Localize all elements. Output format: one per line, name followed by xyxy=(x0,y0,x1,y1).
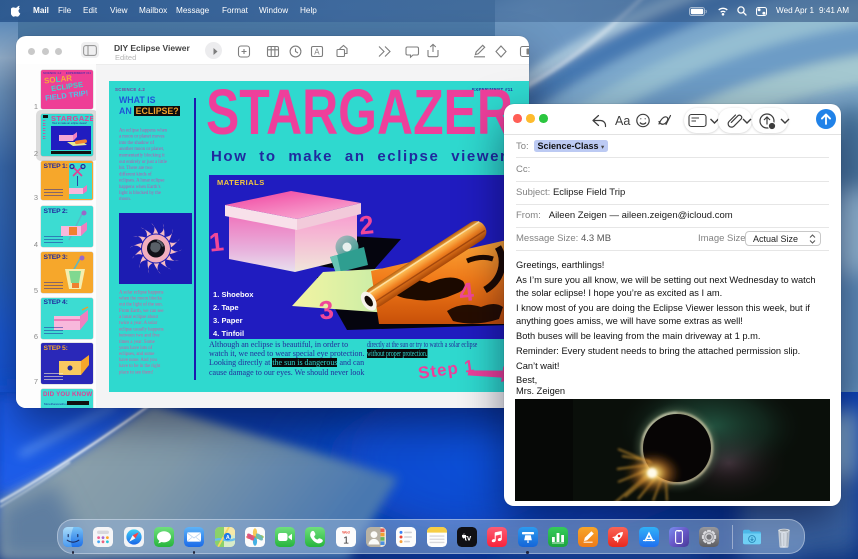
svg-text:tv: tv xyxy=(464,534,472,543)
svg-text:1: 1 xyxy=(209,226,225,257)
svg-text:1: 1 xyxy=(343,534,349,546)
svg-text:2: 2 xyxy=(358,209,376,240)
svg-text:Aa: Aa xyxy=(615,114,630,128)
svg-text:A: A xyxy=(225,535,229,541)
svg-text:A: A xyxy=(314,47,320,56)
